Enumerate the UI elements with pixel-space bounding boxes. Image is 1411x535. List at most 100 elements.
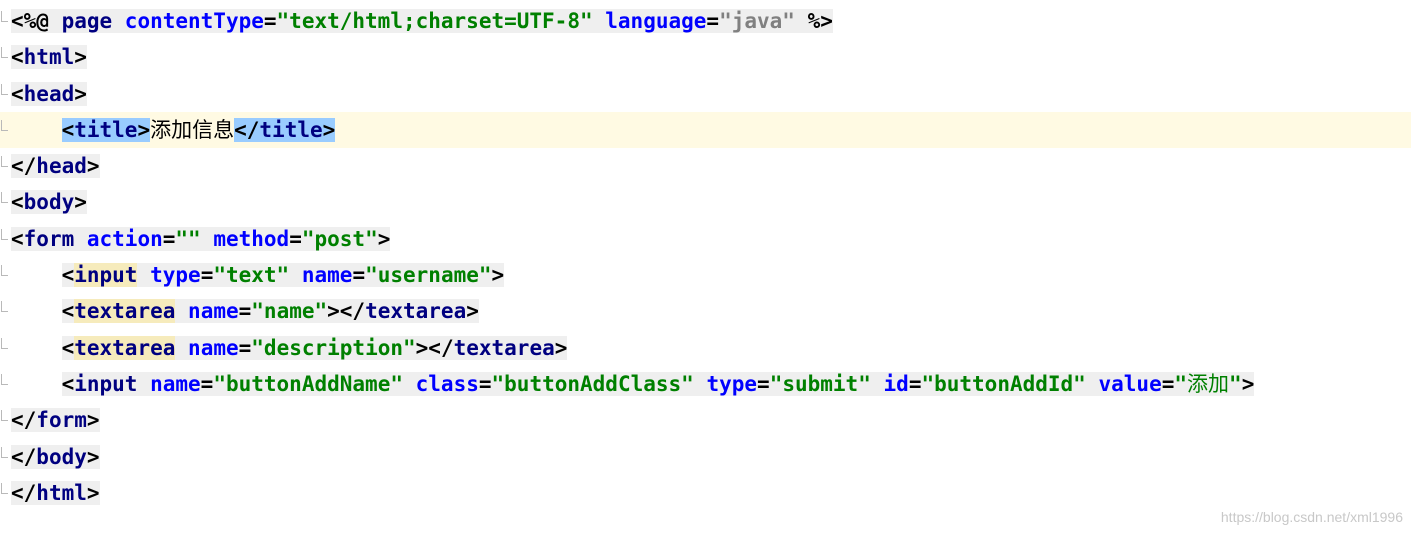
code-token-plain: > bbox=[74, 81, 87, 106]
code-content: <form action="" method="post"> bbox=[11, 221, 391, 257]
code-line[interactable]: </form> bbox=[0, 402, 1411, 438]
fold-gutter bbox=[0, 330, 9, 366]
code-line[interactable]: <textarea name="name"></textarea> bbox=[0, 293, 1411, 329]
code-token-plain: ></ bbox=[327, 299, 366, 324]
code-line[interactable]: </body> bbox=[0, 439, 1411, 475]
fold-gutter bbox=[0, 293, 9, 329]
code-text: <textarea name="name"></textarea> bbox=[61, 299, 479, 324]
code-line[interactable]: <html> bbox=[0, 39, 1411, 75]
code-content: </head> bbox=[11, 148, 100, 184]
fold-marker-icon[interactable] bbox=[1, 337, 8, 349]
fold-gutter bbox=[0, 76, 9, 112]
code-token-plain: < bbox=[61, 263, 75, 288]
fold-marker-icon[interactable] bbox=[1, 11, 8, 22]
code-token-plain: < bbox=[11, 226, 24, 251]
code-line[interactable]: <title>添加信息</title> bbox=[0, 111, 1411, 149]
code-token-plain: < bbox=[11, 81, 24, 106]
fold-gutter bbox=[0, 112, 9, 148]
code-line[interactable]: <body> bbox=[0, 184, 1411, 220]
code-line[interactable]: <input name="buttonAddName" class="butto… bbox=[0, 366, 1411, 402]
code-token-plain: < bbox=[61, 371, 75, 396]
code-token-tag: html bbox=[36, 480, 87, 505]
fold-marker-icon[interactable] bbox=[1, 47, 8, 59]
code-token-plain: = bbox=[478, 371, 492, 396]
code-token-plain: = bbox=[706, 9, 720, 33]
code-token-attr: action bbox=[86, 226, 163, 251]
code-editor[interactable]: <%@ page contentType="text/html;charset=… bbox=[0, 3, 1411, 511]
code-token-tag: title bbox=[259, 117, 323, 142]
code-token-tag: page bbox=[61, 9, 125, 33]
code-token-str: "text" bbox=[213, 263, 290, 288]
code-token-str: "submit" bbox=[769, 371, 871, 396]
code-line[interactable]: <head> bbox=[0, 76, 1411, 112]
code-token-plain: = bbox=[289, 226, 302, 251]
code-token-plain: > bbox=[137, 117, 151, 142]
code-token-attr: method bbox=[213, 226, 290, 251]
fold-marker-icon[interactable] bbox=[1, 156, 8, 168]
fold-marker-icon[interactable] bbox=[1, 228, 8, 240]
code-token-plain: < bbox=[11, 190, 24, 215]
code-token-attr: type bbox=[150, 263, 201, 288]
code-token-plain: > bbox=[554, 335, 568, 360]
code-line[interactable]: <form action="" method="post"> bbox=[0, 221, 1411, 257]
code-token-plain: = bbox=[263, 9, 277, 33]
code-text: <title>添加信息</title> bbox=[61, 117, 336, 142]
code-token-attr: id bbox=[883, 371, 909, 396]
code-content: <title>添加信息</title> bbox=[11, 112, 336, 148]
code-content: <head> bbox=[11, 76, 87, 112]
code-line[interactable]: <input type="text" name="username"> bbox=[0, 257, 1411, 293]
code-token-plain: < bbox=[61, 117, 75, 142]
code-token-plain: > bbox=[377, 226, 391, 251]
fold-marker-icon[interactable] bbox=[1, 83, 8, 95]
fold-marker-icon[interactable] bbox=[1, 119, 8, 131]
fold-marker-icon[interactable] bbox=[1, 410, 8, 422]
code-token-plain: = bbox=[238, 299, 252, 324]
code-text: <input type="text" name="username"> bbox=[61, 263, 505, 288]
fold-gutter bbox=[0, 257, 9, 293]
code-line[interactable]: </head> bbox=[0, 148, 1411, 184]
code-line[interactable]: <%@ page contentType="text/html;charset=… bbox=[0, 3, 1411, 39]
fold-gutter bbox=[0, 148, 9, 184]
code-token-plain: = bbox=[352, 263, 366, 288]
fold-marker-icon[interactable] bbox=[1, 482, 8, 494]
code-token-plain: > bbox=[74, 190, 87, 215]
code-token-plain: = bbox=[757, 371, 770, 396]
code-token-str: "name" bbox=[251, 299, 328, 324]
code-token-cjk-str: 添加 bbox=[1187, 371, 1230, 396]
code-text: <input name="buttonAddName" class="butto… bbox=[61, 371, 1255, 396]
code-content: <html> bbox=[11, 39, 87, 75]
code-content: <input name="buttonAddName" class="butto… bbox=[11, 366, 1255, 402]
code-token-plain: = bbox=[908, 371, 922, 396]
code-content: <textarea name="description"></textarea> bbox=[11, 330, 568, 366]
fold-marker-icon[interactable] bbox=[1, 373, 8, 385]
code-content: <body> bbox=[11, 184, 87, 220]
fold-gutter bbox=[0, 3, 9, 39]
code-token-tag: form bbox=[23, 226, 87, 251]
code-text: </form> bbox=[11, 408, 100, 433]
code-text: </body> bbox=[11, 444, 100, 469]
code-token-plain: > bbox=[86, 154, 100, 179]
fold-gutter bbox=[0, 221, 9, 257]
code-text: </head> bbox=[11, 154, 100, 179]
code-line[interactable]: <textarea name="description"></textarea> bbox=[0, 330, 1411, 366]
fold-marker-icon[interactable] bbox=[1, 301, 8, 313]
fold-marker-icon[interactable] bbox=[1, 265, 8, 277]
code-token-str: "buttonAddName" bbox=[213, 371, 403, 396]
code-token-tag: input bbox=[74, 371, 151, 396]
fold-marker-icon[interactable] bbox=[1, 446, 8, 458]
code-token-attr: name bbox=[150, 371, 201, 396]
code-token-plain: > bbox=[322, 117, 336, 142]
fold-marker-icon[interactable] bbox=[1, 192, 8, 204]
code-token-str: "buttonAddClass" bbox=[491, 371, 694, 396]
code-token-plain: > bbox=[1241, 371, 1255, 396]
code-token-plain: </ bbox=[234, 117, 260, 142]
code-text: <body> bbox=[11, 190, 87, 215]
code-line[interactable]: </html> bbox=[0, 475, 1411, 511]
code-token-plain: = bbox=[238, 335, 252, 360]
code-token-attr: language bbox=[605, 9, 707, 33]
